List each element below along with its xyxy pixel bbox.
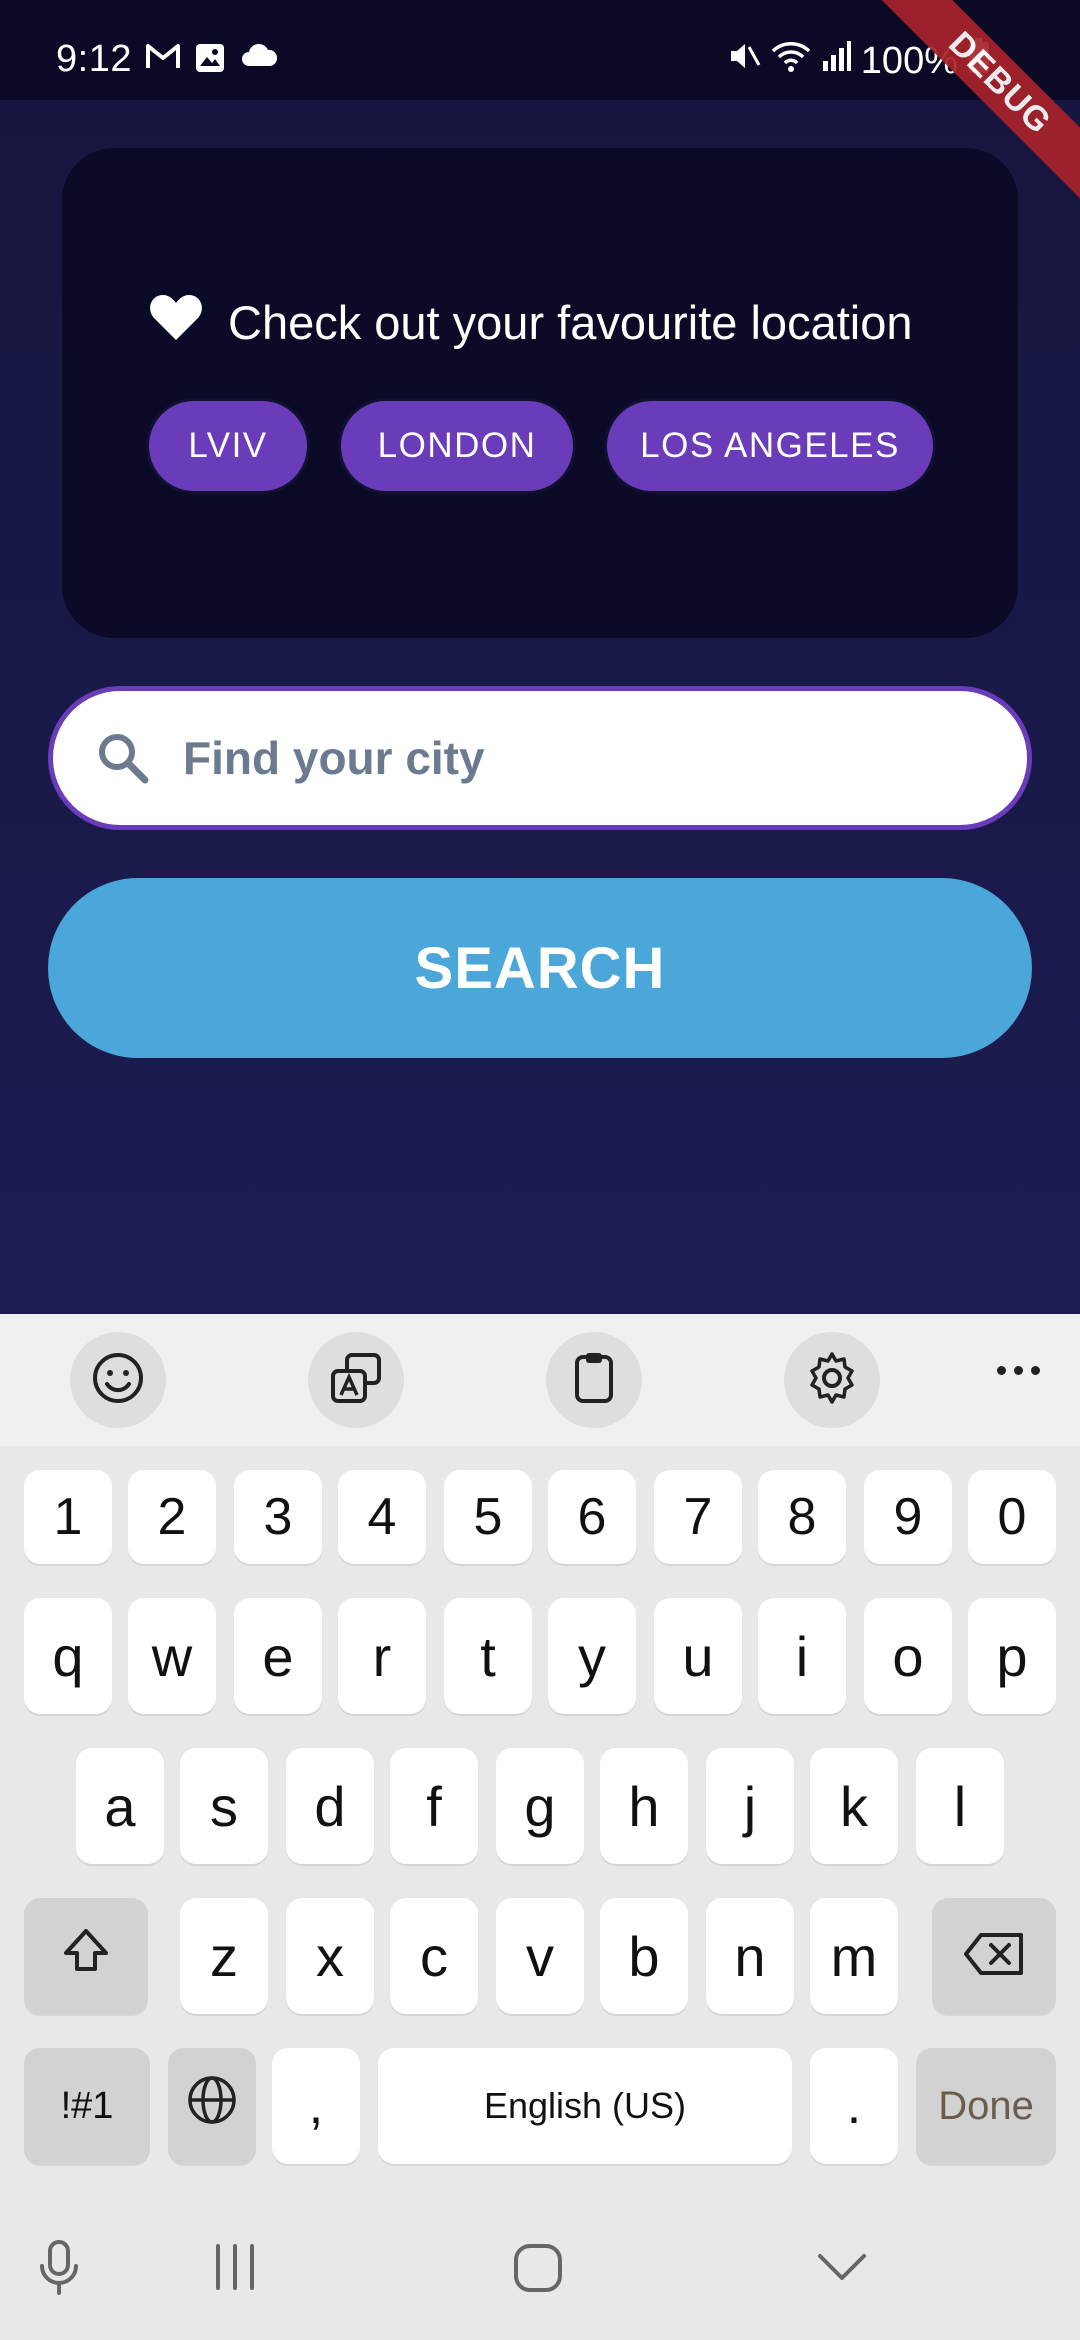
done-key[interactable]: Done (916, 2048, 1056, 2164)
status-time: 9:12 (56, 38, 132, 80)
backspace-icon (963, 1924, 1025, 1989)
location-chip-london[interactable]: LONDON (338, 398, 576, 494)
microphone-icon[interactable] (36, 2238, 82, 2298)
system-nav-bar (0, 2200, 1080, 2340)
key-s[interactable]: s (180, 1748, 268, 1864)
key-t[interactable]: t (444, 1598, 532, 1714)
key-6[interactable]: 6 (548, 1470, 636, 1564)
key-q[interactable]: q (24, 1598, 112, 1714)
globe-icon (185, 2073, 239, 2140)
key-y[interactable]: y (548, 1598, 636, 1714)
keyboard-settings-button[interactable] (784, 1332, 880, 1428)
location-chip-los-angeles[interactable]: LOS ANGELES (604, 398, 936, 494)
search-button[interactable]: SEARCH (48, 878, 1032, 1058)
period-key[interactable]: . (810, 2048, 898, 2164)
key-w[interactable]: w (128, 1598, 216, 1714)
more-options-icon[interactable] (997, 1366, 1040, 1375)
hide-keyboard-icon[interactable] (814, 2238, 870, 2294)
backspace-key[interactable] (932, 1898, 1056, 2014)
key-b[interactable]: b (600, 1898, 688, 2014)
key-8[interactable]: 8 (758, 1470, 846, 1564)
emoji-button[interactable] (70, 1332, 166, 1428)
key-r[interactable]: r (338, 1598, 426, 1714)
key-3[interactable]: 3 (234, 1470, 322, 1564)
key-7[interactable]: 7 (654, 1470, 742, 1564)
clipboard-icon (567, 1351, 621, 1410)
favourite-locations: LVIV LONDON LOS ANGELES (146, 398, 936, 494)
translate-icon (329, 1351, 383, 1410)
shift-key[interactable] (24, 1898, 148, 2014)
key-5[interactable]: 5 (444, 1470, 532, 1564)
translate-button[interactable] (308, 1332, 404, 1428)
city-search-input[interactable] (181, 730, 965, 786)
cloud-icon (240, 42, 278, 79)
key-z[interactable]: z (180, 1898, 268, 2014)
emoji-icon (91, 1351, 145, 1410)
keyboard-toolbar (0, 1314, 1080, 1446)
home-icon[interactable] (508, 2238, 568, 2298)
symbols-key[interactable]: !#1 (24, 2048, 150, 2164)
key-2[interactable]: 2 (128, 1470, 216, 1564)
gmail-icon (146, 42, 180, 79)
search-icon (93, 728, 153, 788)
key-u[interactable]: u (654, 1598, 742, 1714)
key-g[interactable]: g (496, 1748, 584, 1864)
wifi-icon (771, 39, 811, 83)
heart-icon (148, 292, 204, 353)
shift-icon (61, 1924, 111, 1989)
mute-icon (727, 39, 761, 83)
on-screen-keyboard: 1 2 3 4 5 6 7 8 9 0 q w e r t y u i o p … (0, 1314, 1080, 2340)
key-0[interactable]: 0 (968, 1470, 1056, 1564)
location-chip-lviv[interactable]: LVIV (146, 398, 310, 494)
key-k[interactable]: k (810, 1748, 898, 1864)
key-d[interactable]: d (286, 1748, 374, 1864)
key-n[interactable]: n (706, 1898, 794, 2014)
key-p[interactable]: p (968, 1598, 1056, 1714)
notification-icons (146, 42, 278, 79)
language-key[interactable] (168, 2048, 256, 2164)
clipboard-button[interactable] (546, 1332, 642, 1428)
key-c[interactable]: c (390, 1898, 478, 2014)
key-x[interactable]: x (286, 1898, 374, 2014)
key-i[interactable]: i (758, 1598, 846, 1714)
gallery-icon (194, 42, 226, 79)
favourites-header: Check out your favourite location (148, 292, 912, 353)
key-j[interactable]: j (706, 1748, 794, 1864)
key-f[interactable]: f (390, 1748, 478, 1864)
favourites-card (62, 148, 1018, 638)
gear-icon (804, 1350, 860, 1411)
space-key[interactable]: English (US) (378, 2048, 792, 2164)
key-m[interactable]: m (810, 1898, 898, 2014)
comma-key[interactable]: , (272, 2048, 360, 2164)
favourites-title: Check out your favourite location (228, 296, 913, 349)
city-search-field[interactable] (48, 686, 1032, 830)
recent-apps-icon[interactable] (210, 2238, 260, 2294)
key-a[interactable]: a (76, 1748, 164, 1864)
key-9[interactable]: 9 (864, 1470, 952, 1564)
key-e[interactable]: e (234, 1598, 322, 1714)
key-1[interactable]: 1 (24, 1470, 112, 1564)
key-o[interactable]: o (864, 1598, 952, 1714)
key-h[interactable]: h (600, 1748, 688, 1864)
key-l[interactable]: l (916, 1748, 1004, 1864)
key-v[interactable]: v (496, 1898, 584, 2014)
key-4[interactable]: 4 (338, 1470, 426, 1564)
signal-icon (821, 39, 851, 83)
